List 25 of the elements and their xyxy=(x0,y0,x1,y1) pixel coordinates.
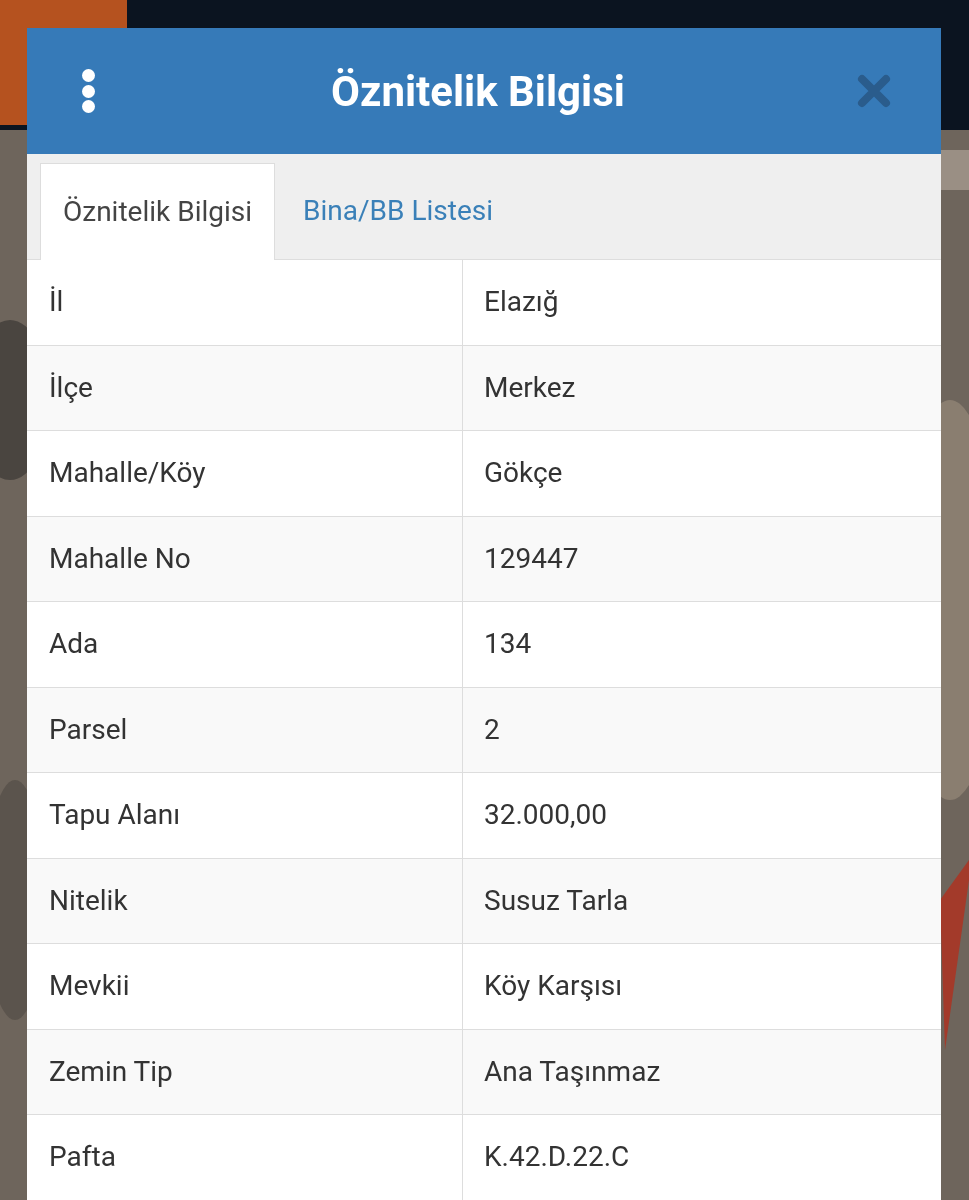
attribute-label: Mahalle No xyxy=(27,516,463,601)
attribute-label: Zemin Tip xyxy=(27,1029,463,1114)
attribute-label: İl xyxy=(27,260,463,345)
attribute-label: Ada xyxy=(27,602,463,687)
tab[interactable]: Bina/BB Listesi xyxy=(275,162,521,259)
attribute-value: Gökçe xyxy=(483,455,564,492)
attribute-label: Mevkii xyxy=(27,944,463,1029)
attribute-value: 2 xyxy=(483,711,501,748)
attribute-value: 129447 xyxy=(483,540,580,577)
attribute-value: Susuz Tarla xyxy=(483,882,630,919)
attribute-label: İlçe xyxy=(27,345,463,430)
attribute-value: 32.000,00 xyxy=(483,797,609,834)
attribute-value: Köy Karşısı xyxy=(483,968,624,1005)
attribute-label: Mahalle/Köy xyxy=(27,431,463,516)
tab[interactable]: Öznitelik Bilgisi xyxy=(40,163,276,260)
attribute-value: 134 xyxy=(483,626,533,663)
attribute-value: Merkez xyxy=(483,369,577,406)
attribute-label: Nitelik xyxy=(27,858,463,943)
attribute-label: Parsel xyxy=(27,687,463,772)
attribute-label: Pafta xyxy=(27,1115,463,1200)
attribute-value: K.42.D.22.C xyxy=(483,1139,631,1176)
dialog-title: Öznitelik Bilgisi xyxy=(330,65,626,118)
attribute-value: Ana Taşınmaz xyxy=(483,1053,662,1090)
attribute-label: Tapu Alanı xyxy=(27,773,463,858)
attribute-value: Elazığ xyxy=(483,284,560,321)
